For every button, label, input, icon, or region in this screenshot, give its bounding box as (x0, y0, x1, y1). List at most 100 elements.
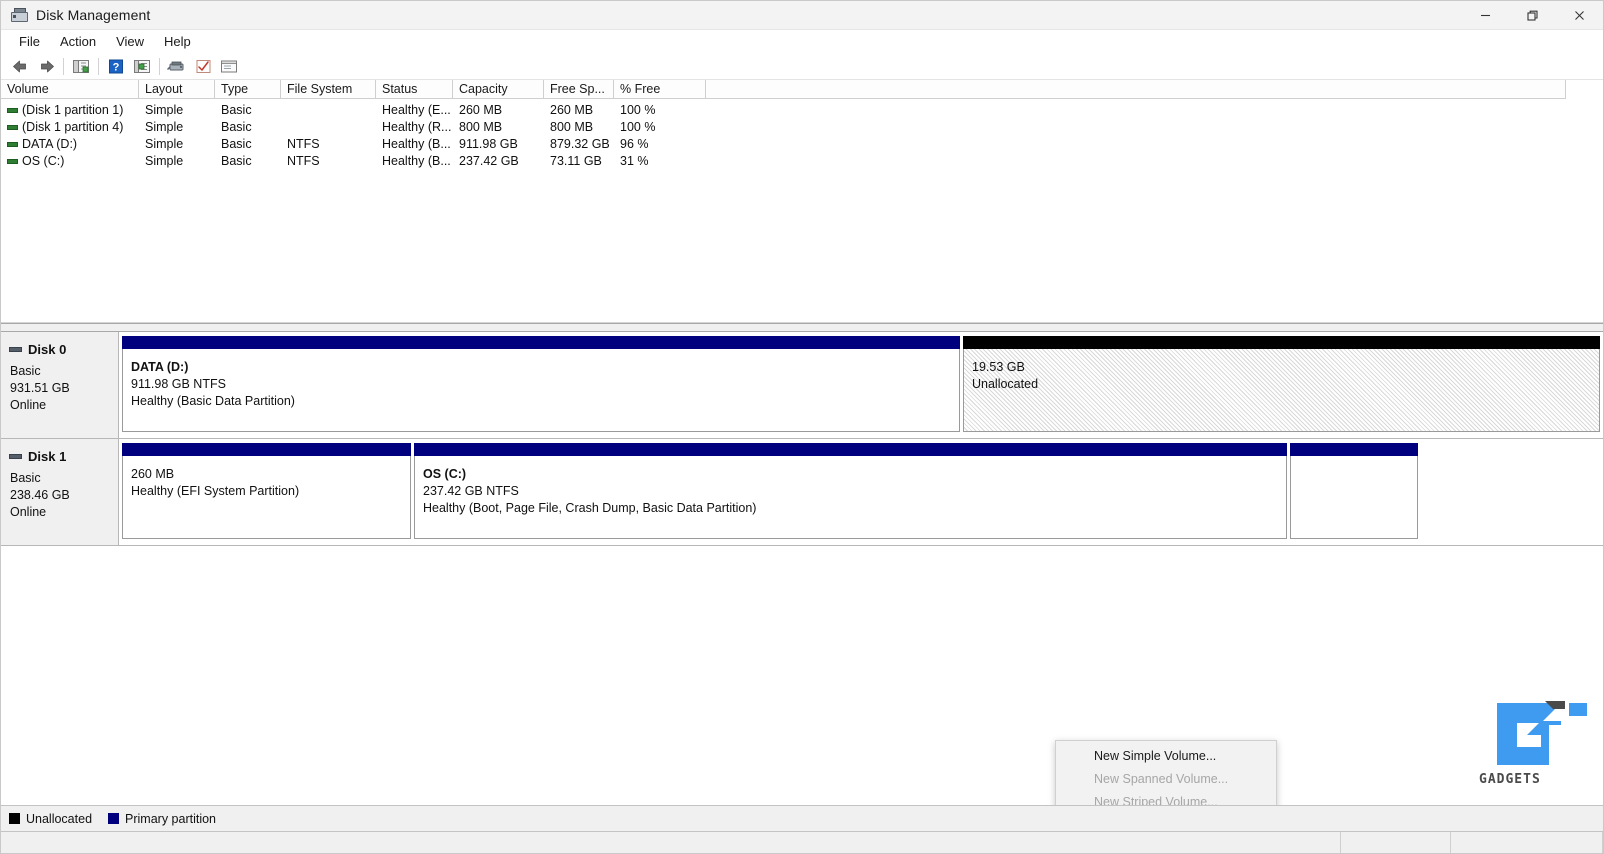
cell-percent-free: 100 % (620, 120, 656, 134)
cell-volume: (Disk 1 partition 1) (22, 103, 124, 117)
menu-help[interactable]: Help (154, 32, 201, 51)
forward-icon[interactable] (33, 55, 59, 78)
toolbar-separator-2 (98, 57, 99, 75)
table-row[interactable]: OS (C:) Simple Basic NTFS Healthy (B... … (1, 153, 1603, 170)
action-icon[interactable] (190, 55, 216, 78)
disk-info-0[interactable]: Disk 0 Basic 931.51 GB Online (1, 332, 119, 438)
disk-graphical-pane: Disk 0 Basic 931.51 GB Online DATA (D:) … (1, 332, 1603, 805)
cell-status: Healthy (R... (382, 120, 452, 134)
cell-volume: DATA (D:) (22, 137, 78, 151)
column-header-free-space[interactable]: Free Sp... (544, 80, 614, 99)
toolbar-separator-1 (63, 57, 64, 75)
partition-color-bar (963, 336, 1600, 349)
partition-status: Unallocated (972, 377, 1039, 391)
partition-color-bar (122, 443, 411, 456)
partition-details: OS (C:) 237.42 GB NTFS Healthy (Boot, Pa… (414, 456, 1287, 539)
minimize-icon[interactable] (1462, 1, 1509, 30)
partition-color-bar (1290, 443, 1418, 456)
show-hide-console-tree-icon[interactable] (68, 55, 94, 78)
cell-capacity: 237.42 GB (459, 154, 519, 168)
partition-title: DATA (D:) (131, 360, 189, 374)
cell-status: Healthy (B... (382, 137, 451, 151)
cell-status: Healthy (B... (382, 154, 451, 168)
partition-status: Healthy (Basic Data Partition) (131, 394, 295, 408)
column-header-status[interactable]: Status (376, 80, 453, 99)
disk-type: Basic (10, 471, 41, 485)
pane-splitter[interactable] (1, 323, 1603, 332)
partition-size: 260 MB (131, 467, 175, 481)
partition-details: 260 MB Healthy (EFI System Partition) (122, 456, 411, 539)
legend-bar: Unallocated Primary partition (1, 805, 1603, 831)
column-header-filler (706, 80, 1566, 99)
help-icon[interactable]: ? (103, 55, 129, 78)
partition-recovery[interactable] (1290, 443, 1418, 539)
cell-percent-free: 31 % (620, 154, 649, 168)
cell-type: Basic (221, 120, 252, 134)
cell-file-system: NTFS (287, 137, 320, 151)
legend-swatch-unallocated (9, 813, 20, 824)
status-segment-2 (1341, 832, 1451, 853)
legend-swatch-primary (108, 813, 120, 824)
partition-title: OS (C:) (423, 467, 467, 481)
cell-free-space: 879.32 GB (550, 137, 610, 151)
disk-management-window: Disk Management File Action View Help ? … (0, 0, 1604, 854)
cell-free-space: 260 MB (550, 103, 594, 117)
gadgets-watermark-text: GADGETS (1479, 772, 1541, 787)
volume-icon (7, 125, 18, 130)
menu-action[interactable]: Action (50, 32, 106, 51)
cell-free-space: 800 MB (550, 120, 594, 134)
disk-title-0: Disk 0 (9, 342, 118, 357)
column-header-percent-free[interactable]: % Free (614, 80, 706, 99)
volume-icon (7, 142, 18, 147)
restore-icon[interactable] (1509, 1, 1556, 30)
cell-layout: Simple (145, 120, 184, 134)
window-title: Disk Management (36, 7, 151, 23)
table-row[interactable]: (Disk 1 partition 4) Simple Basic Health… (1, 119, 1603, 136)
column-header-file-system[interactable]: File System (281, 80, 376, 99)
show-hide-action-pane-icon[interactable] (216, 55, 242, 78)
context-menu-item-new-striped-volume: New Striped Volume... (1094, 795, 1218, 805)
disk-row-0: Disk 0 Basic 931.51 GB Online DATA (D:) … (1, 332, 1603, 439)
cell-status: Healthy (E... (382, 103, 451, 117)
context-menu-item-new-spanned-volume: New Spanned Volume... (1094, 772, 1229, 786)
column-header-volume[interactable]: Volume (1, 80, 139, 99)
cell-percent-free: 100 % (620, 103, 656, 117)
cell-layout: Simple (145, 103, 184, 117)
partition-size: 911.98 GB NTFS (131, 377, 226, 391)
partition-os-c[interactable]: OS (C:) 237.42 GB NTFS Healthy (Boot, Pa… (414, 443, 1287, 539)
column-header-type[interactable]: Type (215, 80, 281, 99)
gadgets-watermark: GADGETS (1479, 695, 1591, 787)
partition-efi[interactable]: 260 MB Healthy (EFI System Partition) (122, 443, 411, 539)
close-icon[interactable] (1556, 1, 1603, 30)
cell-capacity: 911.98 GB (459, 137, 518, 151)
partition-size: 19.53 GB (972, 360, 1025, 374)
disk-title-1: Disk 1 (9, 449, 118, 464)
table-row[interactable]: (Disk 1 partition 1) Simple Basic Health… (1, 102, 1603, 119)
disk-size: 238.46 GB (10, 488, 70, 502)
context-menu: New Simple Volume... New Spanned Volume.… (1055, 740, 1277, 805)
gadgets-logo-icon (1497, 701, 1587, 771)
title-bar: Disk Management (1, 1, 1603, 30)
cell-layout: Simple (145, 154, 184, 168)
menu-view[interactable]: View (106, 32, 154, 51)
menu-file[interactable]: File (9, 32, 50, 51)
partition-data-d[interactable]: DATA (D:) 911.98 GB NTFS Healthy (Basic … (122, 336, 960, 432)
cell-free-space: 73.11 GB (550, 154, 602, 168)
partition-details (1290, 456, 1418, 539)
column-header-capacity[interactable]: Capacity (453, 80, 544, 99)
cell-volume: OS (C:) (22, 154, 65, 168)
svg-text:?: ? (113, 61, 120, 73)
toolbar: ? (1, 53, 1603, 80)
disk-icon (9, 347, 22, 352)
partition-status: Healthy (Boot, Page File, Crash Dump, Ba… (423, 501, 757, 515)
partition-color-bar (414, 443, 1287, 456)
table-row[interactable]: DATA (D:) Simple Basic NTFS Healthy (B..… (1, 136, 1603, 153)
disk-icon (9, 454, 22, 459)
rescan-disks-icon[interactable] (164, 55, 190, 78)
back-icon[interactable] (7, 55, 33, 78)
disk-info-1[interactable]: Disk 1 Basic 238.46 GB Online (1, 439, 119, 545)
context-menu-item-new-simple-volume[interactable]: New Simple Volume... (1056, 745, 1276, 768)
column-header-layout[interactable]: Layout (139, 80, 215, 99)
properties-icon[interactable] (129, 55, 155, 78)
partition-unallocated[interactable]: 19.53 GB Unallocated (963, 336, 1600, 432)
